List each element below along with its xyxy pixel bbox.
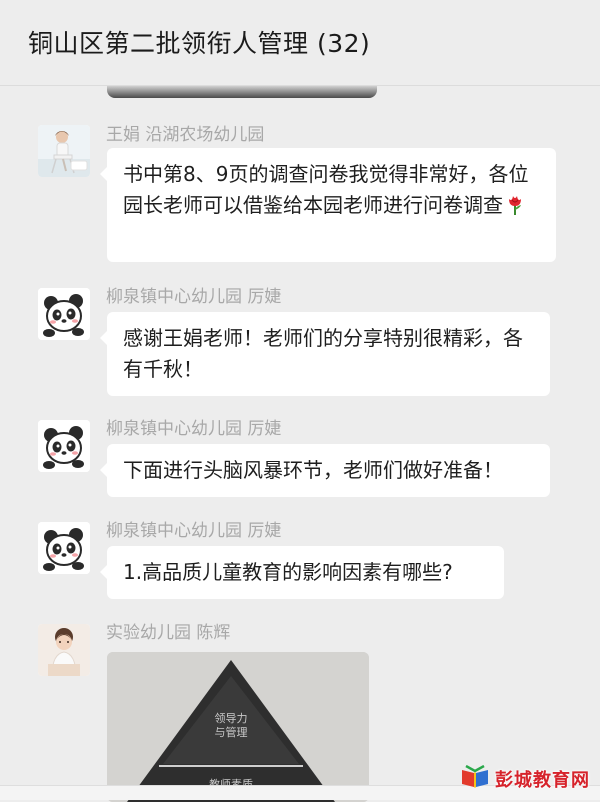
avatar[interactable] (38, 288, 90, 340)
image-label-top: 领导力 (215, 712, 248, 725)
sender-name: 柳泉镇中心幼儿园 厉婕 (106, 521, 282, 541)
message-text: 书中第8、9页的调查问卷我觉得非常好，各位园长老师可以借鉴给本园老师进行问卷调查 (123, 162, 529, 217)
avatar[interactable] (38, 420, 90, 472)
sender-name: 柳泉镇中心幼儿园 厉婕 (106, 287, 282, 307)
image-message[interactable]: 领导力 与管理 教师素质 (107, 652, 369, 802)
child-avatar-icon (38, 624, 90, 676)
message-bubble[interactable]: 1.高品质儿童教育的影响因素有哪些? (100, 546, 504, 599)
rose-emoji-icon (505, 194, 525, 225)
avatar[interactable] (38, 522, 90, 574)
avatar[interactable] (38, 125, 90, 177)
image-label-top-2: 与管理 (215, 725, 248, 739)
message-text: 下面进行头脑风暴环节，老师们做好准备！ (123, 458, 503, 482)
message-bubble[interactable]: 感谢王娟老师！老师们的分享特别很精彩，各有千秋！ (100, 312, 550, 396)
message-bubble[interactable]: 书中第8、9页的调查问卷我觉得非常好，各位园长老师可以借鉴给本园老师进行问卷调查 (100, 148, 556, 262)
sender-name: 柳泉镇中心幼儿园 厉婕 (106, 419, 282, 439)
chat-title[interactable]: 铜山区第二批领衔人管理 (32) (28, 24, 370, 60)
previous-image-edge[interactable] (107, 86, 377, 98)
pyramid-diagram-image: 领导力 与管理 教师素质 (107, 652, 369, 802)
watermark-text: 彭城教育网 (495, 770, 590, 791)
panda-avatar-icon (38, 522, 90, 574)
site-watermark: 彭城教育网 (454, 762, 596, 796)
sender-name: 实验幼儿园 陈辉 (106, 623, 231, 643)
message-text: 1.高品质儿童教育的影响因素有哪些? (123, 560, 453, 584)
book-logo-icon (460, 764, 490, 793)
chat-header: 铜山区第二批领衔人管理 (32) (0, 0, 600, 86)
sender-name: 王娟 沿湖农场幼儿园 (106, 125, 265, 145)
girl-avatar-icon (38, 125, 90, 177)
panda-avatar-icon (38, 420, 90, 472)
panda-avatar-icon (38, 288, 90, 340)
message-text: 感谢王娟老师！老师们的分享特别很精彩，各有千秋！ (123, 326, 523, 381)
message-bubble[interactable]: 下面进行头脑风暴环节，老师们做好准备！ (100, 444, 550, 497)
avatar[interactable] (38, 624, 90, 676)
